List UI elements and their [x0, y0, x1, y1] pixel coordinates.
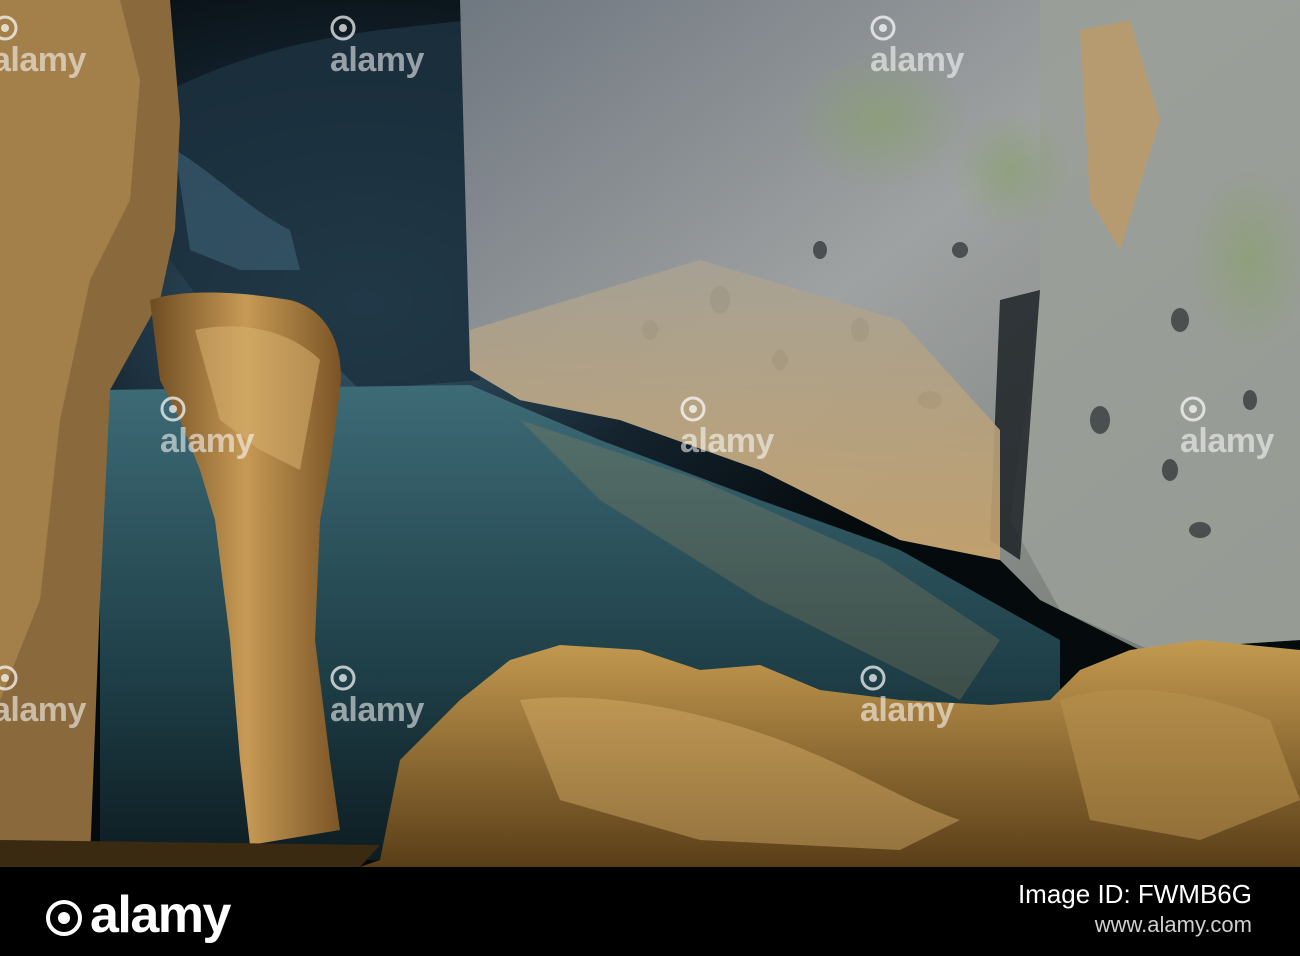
footer-bar: alamy Image ID: FWMB6G www.alamy.com — [0, 867, 1300, 956]
cave-photo: alamy alamy alamy alamy alamy alamy alam… — [0, 0, 1300, 867]
brand-name: alamy — [90, 886, 231, 944]
brand-logo[interactable]: alamy — [44, 885, 231, 945]
cave-scene — [0, 0, 1300, 867]
site-url[interactable]: www.alamy.com — [1018, 911, 1252, 939]
image-meta: Image ID: FWMB6G www.alamy.com — [1018, 877, 1252, 939]
image-id: Image ID: FWMB6G — [1017, 879, 1252, 909]
alamy-logo-icon — [46, 900, 82, 936]
stock-photo-frame: alamy alamy alamy alamy alamy alamy alam… — [0, 0, 1300, 956]
